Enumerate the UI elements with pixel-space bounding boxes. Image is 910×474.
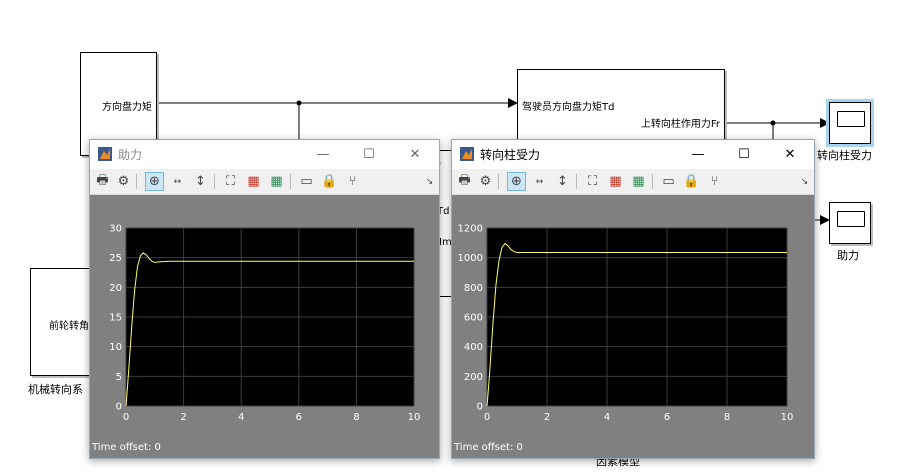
- save-axes-icon[interactable]: ▦: [606, 172, 625, 191]
- y-tick-label: 10: [109, 342, 122, 353]
- x-tick-label: 10: [781, 412, 794, 423]
- autoscale-icon[interactable]: ⛶: [583, 172, 602, 191]
- scope-screen-icon: [837, 111, 865, 127]
- assist-scope-label: 助力: [837, 249, 859, 262]
- zoom-y-icon[interactable]: ↕: [553, 172, 572, 191]
- steering-system-port-label: 前轮转角: [49, 321, 89, 332]
- save-axes-icon[interactable]: ▦: [244, 172, 263, 191]
- y-tick-label: 5: [116, 372, 122, 383]
- x-tick-label: 6: [664, 412, 670, 423]
- print-icon[interactable]: 🖶: [93, 172, 112, 191]
- column-force-chart: 0 2 4 6 8 10 0 200 400 600 800 1000 1200: [458, 224, 794, 424]
- y-tick-label: 200: [464, 372, 483, 383]
- maximize-button[interactable]: ☐: [346, 140, 392, 169]
- window-title: 助力: [118, 148, 143, 162]
- wheel-torque-port-label: 方向盘力矩: [102, 102, 152, 113]
- y-tick-label: 1000: [458, 253, 483, 264]
- y-tick-label: 15: [109, 313, 122, 324]
- y-tick-label: 25: [109, 253, 122, 264]
- lock-icon[interactable]: 🔒: [682, 172, 701, 191]
- floating-scope-icon[interactable]: ▭: [297, 172, 316, 191]
- plot-area: 0 2 4 6 8 10 0 5 10 15 20 25 30 Time offset: 0: [90, 195, 439, 458]
- y-tick-label: 20: [109, 283, 122, 294]
- x-tick-label: 0: [484, 412, 490, 423]
- plot-area: 0 2 4 6 8 10 0 200 400 600 800 1000 1200 Time offset…: [452, 195, 814, 458]
- autoscale-icon[interactable]: ⛶: [221, 172, 240, 191]
- scope-window-assist[interactable]: 助力 — ☐ ✕ 🖶 ⚙ ⊕ ↔ ↕ ⛶ ▦ ▦ ▭ 🔒 ⑂ ↘ 0 2 4 6 8 10…: [89, 139, 440, 459]
- assist-chart: 0 2 4 6 8 10 0 5 10 15 20 25 30: [109, 224, 421, 424]
- zoom-x-icon[interactable]: ↔: [530, 172, 549, 191]
- scope-toolbar: 🖶 ⚙ ⊕ ↔ ↕ ⛶ ▦ ▦ ▭ 🔒 ⑂ ↘: [90, 169, 439, 195]
- column-force-scope-label: 转向柱受力: [817, 149, 872, 162]
- scope-window-column-force[interactable]: 转向柱受力 — ☐ ✕ 🖶 ⚙ ⊕ ↔ ↕ ⛶ ▦ ▦ ▭ 🔒 ⑂ ↘ 0 2 4 6…: [451, 139, 815, 459]
- assist-port-im: Im: [439, 237, 452, 248]
- steering-system-caption: 机械转向系: [28, 383, 83, 396]
- title-bar[interactable]: 转向柱受力 — ☐ ✕: [452, 140, 814, 169]
- assist-scope[interactable]: [829, 202, 871, 244]
- matlab-icon: [460, 147, 474, 161]
- zoom-in-icon[interactable]: ⊕: [507, 172, 526, 191]
- x-tick-label: 10: [408, 412, 421, 423]
- y-tick-label: 800: [464, 283, 483, 294]
- y-tick-label: 0: [116, 402, 122, 413]
- y-tick-label: 1200: [458, 224, 483, 235]
- gear-icon[interactable]: ⚙: [114, 172, 133, 191]
- steering-system-block[interactable]: 前轮转角: [30, 268, 94, 376]
- scope-toolbar: 🖶 ⚙ ⊕ ↔ ↕ ⛶ ▦ ▦ ▭ 🔒 ⑂ ↘: [452, 169, 814, 195]
- minimize-button[interactable]: —: [300, 140, 346, 169]
- zoom-y-icon[interactable]: ↕: [191, 172, 210, 191]
- scope-screen-icon: [837, 211, 865, 227]
- maximize-button[interactable]: ☐: [721, 140, 767, 169]
- driver-output-port-label: 上转向柱作用力Fr: [640, 119, 720, 130]
- title-bar[interactable]: 助力 — ☐ ✕: [90, 140, 439, 169]
- x-tick-label: 8: [353, 412, 359, 423]
- minimize-button[interactable]: —: [675, 140, 721, 169]
- x-tick-label: 2: [544, 412, 550, 423]
- zoom-x-icon[interactable]: ↔: [168, 172, 187, 191]
- zoom-in-icon[interactable]: ⊕: [145, 172, 164, 191]
- print-icon[interactable]: 🖶: [455, 172, 474, 191]
- y-tick-label: 400: [464, 342, 483, 353]
- x-tick-label: 4: [604, 412, 610, 423]
- window-title: 转向柱受力: [480, 148, 541, 162]
- close-button[interactable]: ✕: [767, 140, 813, 169]
- restore-axes-icon[interactable]: ▦: [629, 172, 648, 191]
- driver-input-port-label: 驾驶员方向盘力矩Td: [522, 102, 615, 113]
- lock-icon[interactable]: 🔒: [320, 172, 339, 191]
- gear-icon[interactable]: ⚙: [476, 172, 495, 191]
- x-tick-label: 6: [296, 412, 302, 423]
- simulink-canvas[interactable]: 方向盘力矩 驾驶员方向盘力矩Td 上转向柱作用力Fr B Td Im 前轮转角 …: [0, 0, 910, 474]
- signal-selection-icon[interactable]: ⑂: [705, 172, 724, 191]
- x-tick-label: 2: [180, 412, 186, 423]
- x-tick-label: 4: [238, 412, 244, 423]
- toolbar-overflow-icon[interactable]: ↘: [420, 172, 439, 191]
- time-offset-label: Time offset: 0: [92, 442, 161, 453]
- restore-axes-icon[interactable]: ▦: [267, 172, 286, 191]
- column-force-scope[interactable]: [826, 99, 874, 147]
- toolbar-overflow-icon[interactable]: ↘: [795, 172, 814, 191]
- x-tick-label: 0: [123, 412, 129, 423]
- x-tick-label: 8: [724, 412, 730, 423]
- signal-selection-icon[interactable]: ⑂: [343, 172, 362, 191]
- y-tick-label: 30: [109, 224, 122, 235]
- floating-scope-icon[interactable]: ▭: [659, 172, 678, 191]
- matlab-icon: [98, 147, 112, 161]
- y-tick-label: 0: [477, 402, 483, 413]
- close-button[interactable]: ✕: [392, 140, 438, 169]
- y-tick-label: 600: [464, 313, 483, 324]
- time-offset-label: Time offset: 0: [454, 442, 523, 453]
